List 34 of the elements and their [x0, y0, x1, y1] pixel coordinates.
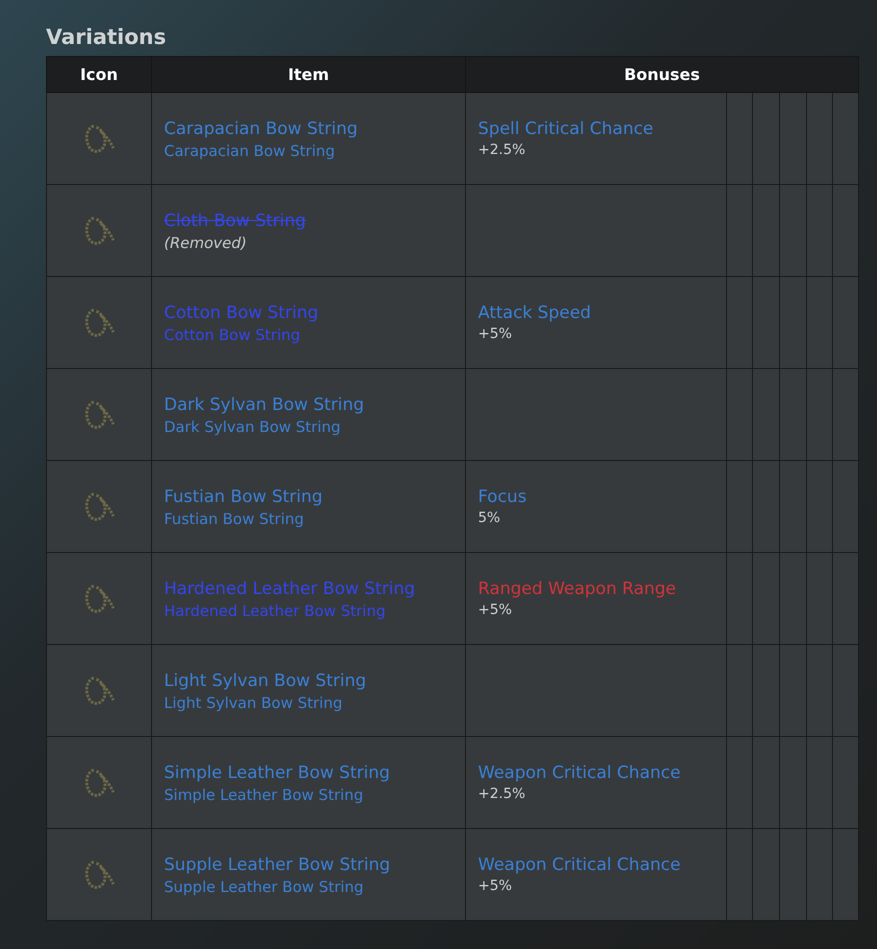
bonus-name: Weapon Critical Chance — [478, 854, 681, 876]
bonus-name: Weapon Critical Chance — [478, 762, 681, 784]
item-link[interactable]: Dark Sylvan Bow String — [164, 394, 364, 416]
item-subtitle: Simple Leather Bow String — [164, 784, 364, 804]
item-link[interactable]: Fustian Bow String — [164, 486, 323, 508]
item-subtitle: Dark Sylvan Bow String — [164, 416, 341, 436]
item-link[interactable]: Cotton Bow String — [164, 302, 318, 324]
column-header: Bonuses — [466, 56, 858, 92]
item-link[interactable]: Carapacian Bow String — [164, 118, 358, 140]
column-header: Item — [152, 56, 466, 92]
bonus-name: Focus — [478, 486, 527, 508]
removed-note: (Removed) — [164, 232, 247, 252]
item-subtitle: Hardened Leather Bow String — [164, 600, 386, 620]
item-link[interactable]: Simple Leather Bow String — [164, 762, 390, 784]
bonus-value: +5% — [478, 876, 512, 896]
item-link[interactable]: Light Sylvan Bow String — [164, 670, 366, 692]
bonus-value: +5% — [478, 600, 512, 620]
bonus-value: +5% — [478, 324, 512, 344]
bonus-value: +2.5% — [478, 784, 526, 804]
bonus-name: Ranged Weapon Range — [478, 578, 676, 600]
item-link[interactable]: Cloth Bow String — [164, 210, 306, 232]
item-link[interactable]: Hardened Leather Bow String — [164, 578, 416, 600]
item-subtitle: Fustian Bow String — [164, 508, 304, 528]
item-subtitle: Light Sylvan Bow String — [164, 692, 342, 712]
item-link[interactable]: Supple Leather Bow String — [164, 854, 390, 876]
section-title: Variations — [46, 24, 166, 51]
item-subtitle: Cotton Bow String — [164, 324, 300, 344]
item-subtitle: Supple Leather Bow String — [164, 876, 364, 896]
bonus-value: +2.5% — [478, 140, 526, 160]
bonus-name: Attack Speed — [478, 302, 591, 324]
bonus-name: Spell Critical Chance — [478, 118, 654, 140]
item-subtitle: Carapacian Bow String — [164, 140, 335, 160]
bonus-value: 5% — [478, 508, 500, 528]
column-header: Icon — [46, 56, 152, 92]
